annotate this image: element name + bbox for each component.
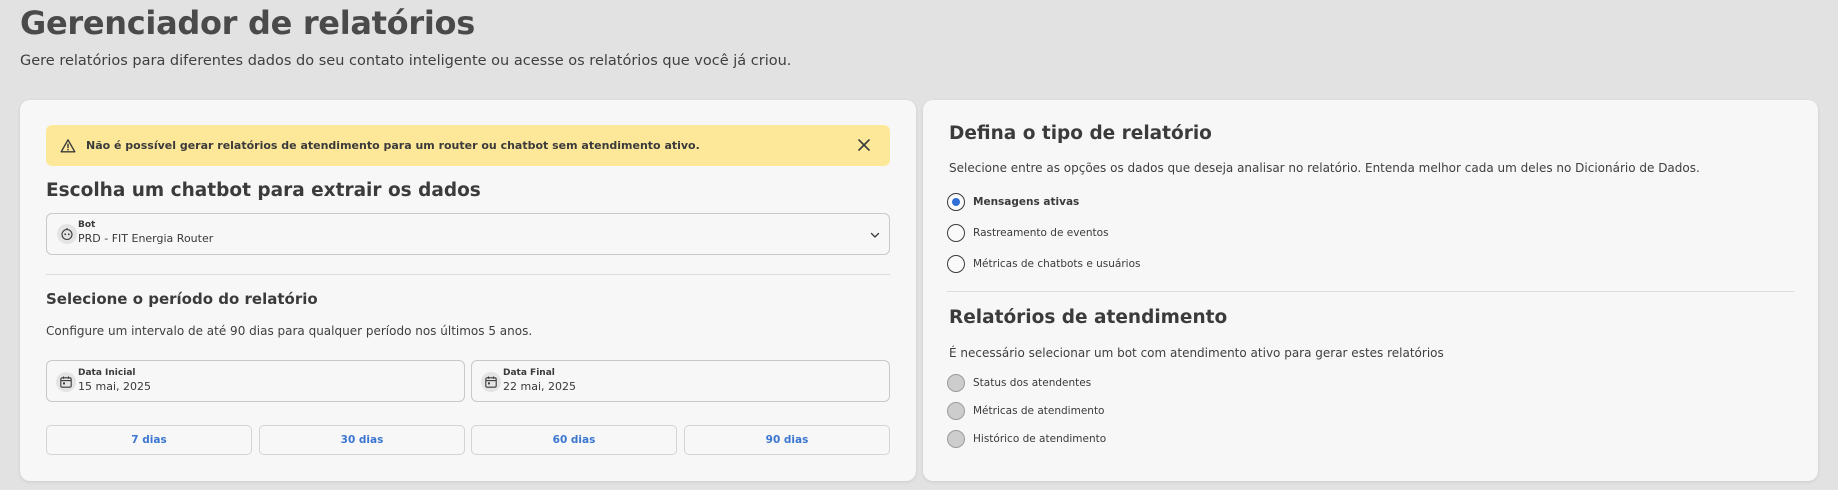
radio-button-disabled	[947, 374, 965, 392]
radio-label: Rastreamento de eventos	[973, 227, 1109, 239]
report-type-title: Defina o tipo de relatório	[949, 123, 1212, 144]
calendar-icon	[481, 372, 501, 392]
report-config-card: Não é possível gerar relatórios de atend…	[20, 100, 916, 481]
period-description: Configure um intervalo de até 90 dias pa…	[46, 324, 533, 338]
preset-90-days-button[interactable]: 90 dias	[684, 425, 890, 455]
page-title: Gerenciador de relatórios	[20, 4, 475, 42]
start-date-value: 15 mai, 2025	[78, 380, 151, 393]
section-divider	[46, 274, 890, 275]
bot-field-value: PRD - FIT Energia Router	[78, 232, 214, 245]
report-type-card: Defina o tipo de relatório Selecione ent…	[923, 100, 1818, 481]
start-date-label: Data Inicial	[78, 368, 136, 378]
radio-status-atendentes: Status dos atendentes	[947, 374, 1091, 392]
preset-7-days-button[interactable]: 7 dias	[46, 425, 252, 455]
period-section-title: Selecione o período do relatório	[46, 290, 318, 308]
preset-60-days-button[interactable]: 60 dias	[471, 425, 677, 455]
radio-button-checked[interactable]	[947, 193, 965, 211]
section-divider	[947, 291, 1794, 292]
radio-label: Métricas de atendimento	[973, 405, 1105, 417]
radio-mensagens-ativas[interactable]: Mensagens ativas	[947, 193, 1079, 211]
bot-avatar-icon	[57, 224, 77, 244]
preset-30-days-button[interactable]: 30 dias	[259, 425, 465, 455]
bot-field-label: Bot	[78, 220, 96, 230]
radio-label: Métricas de chatbots e usuários	[973, 258, 1141, 270]
warning-alert-text: Não é possível gerar relatórios de atend…	[86, 139, 700, 152]
radio-button-disabled	[947, 402, 965, 420]
radio-metricas-atendimento: Métricas de atendimento	[947, 402, 1104, 420]
radio-metricas-chatbots[interactable]: Métricas de chatbots e usuários	[947, 255, 1140, 273]
attendance-reports-title: Relatórios de atendimento	[949, 307, 1228, 328]
chevron-down-icon	[869, 229, 881, 241]
end-date-field[interactable]: Data Final 22 mai, 2025	[471, 360, 890, 402]
warning-icon	[60, 138, 76, 154]
end-date-label: Data Final	[503, 368, 555, 378]
calendar-icon	[56, 372, 76, 392]
radio-button-disabled	[947, 430, 965, 448]
radio-button[interactable]	[947, 255, 965, 273]
radio-label: Status dos atendentes	[973, 377, 1092, 389]
radio-rastreamento-eventos[interactable]: Rastreamento de eventos	[947, 224, 1109, 242]
chatbot-section-title: Escolha um chatbot para extrair os dados	[46, 180, 481, 201]
close-icon[interactable]	[856, 137, 872, 153]
radio-historico-atendimento: Histórico de atendimento	[947, 430, 1106, 448]
report-type-description: Selecione entre as opções os dados que d…	[949, 161, 1700, 175]
bot-select[interactable]: Bot PRD - FIT Energia Router	[46, 213, 890, 255]
radio-label: Mensagens ativas	[973, 196, 1080, 208]
attendance-reports-description: É necessário selecionar um bot com atend…	[949, 346, 1444, 360]
end-date-value: 22 mai, 2025	[503, 380, 576, 393]
start-date-field[interactable]: Data Inicial 15 mai, 2025	[46, 360, 465, 402]
radio-label: Histórico de atendimento	[973, 433, 1107, 445]
page-subtitle: Gere relatórios para diferentes dados do…	[20, 53, 792, 69]
warning-alert: Não é possível gerar relatórios de atend…	[46, 125, 890, 166]
radio-button[interactable]	[947, 224, 965, 242]
